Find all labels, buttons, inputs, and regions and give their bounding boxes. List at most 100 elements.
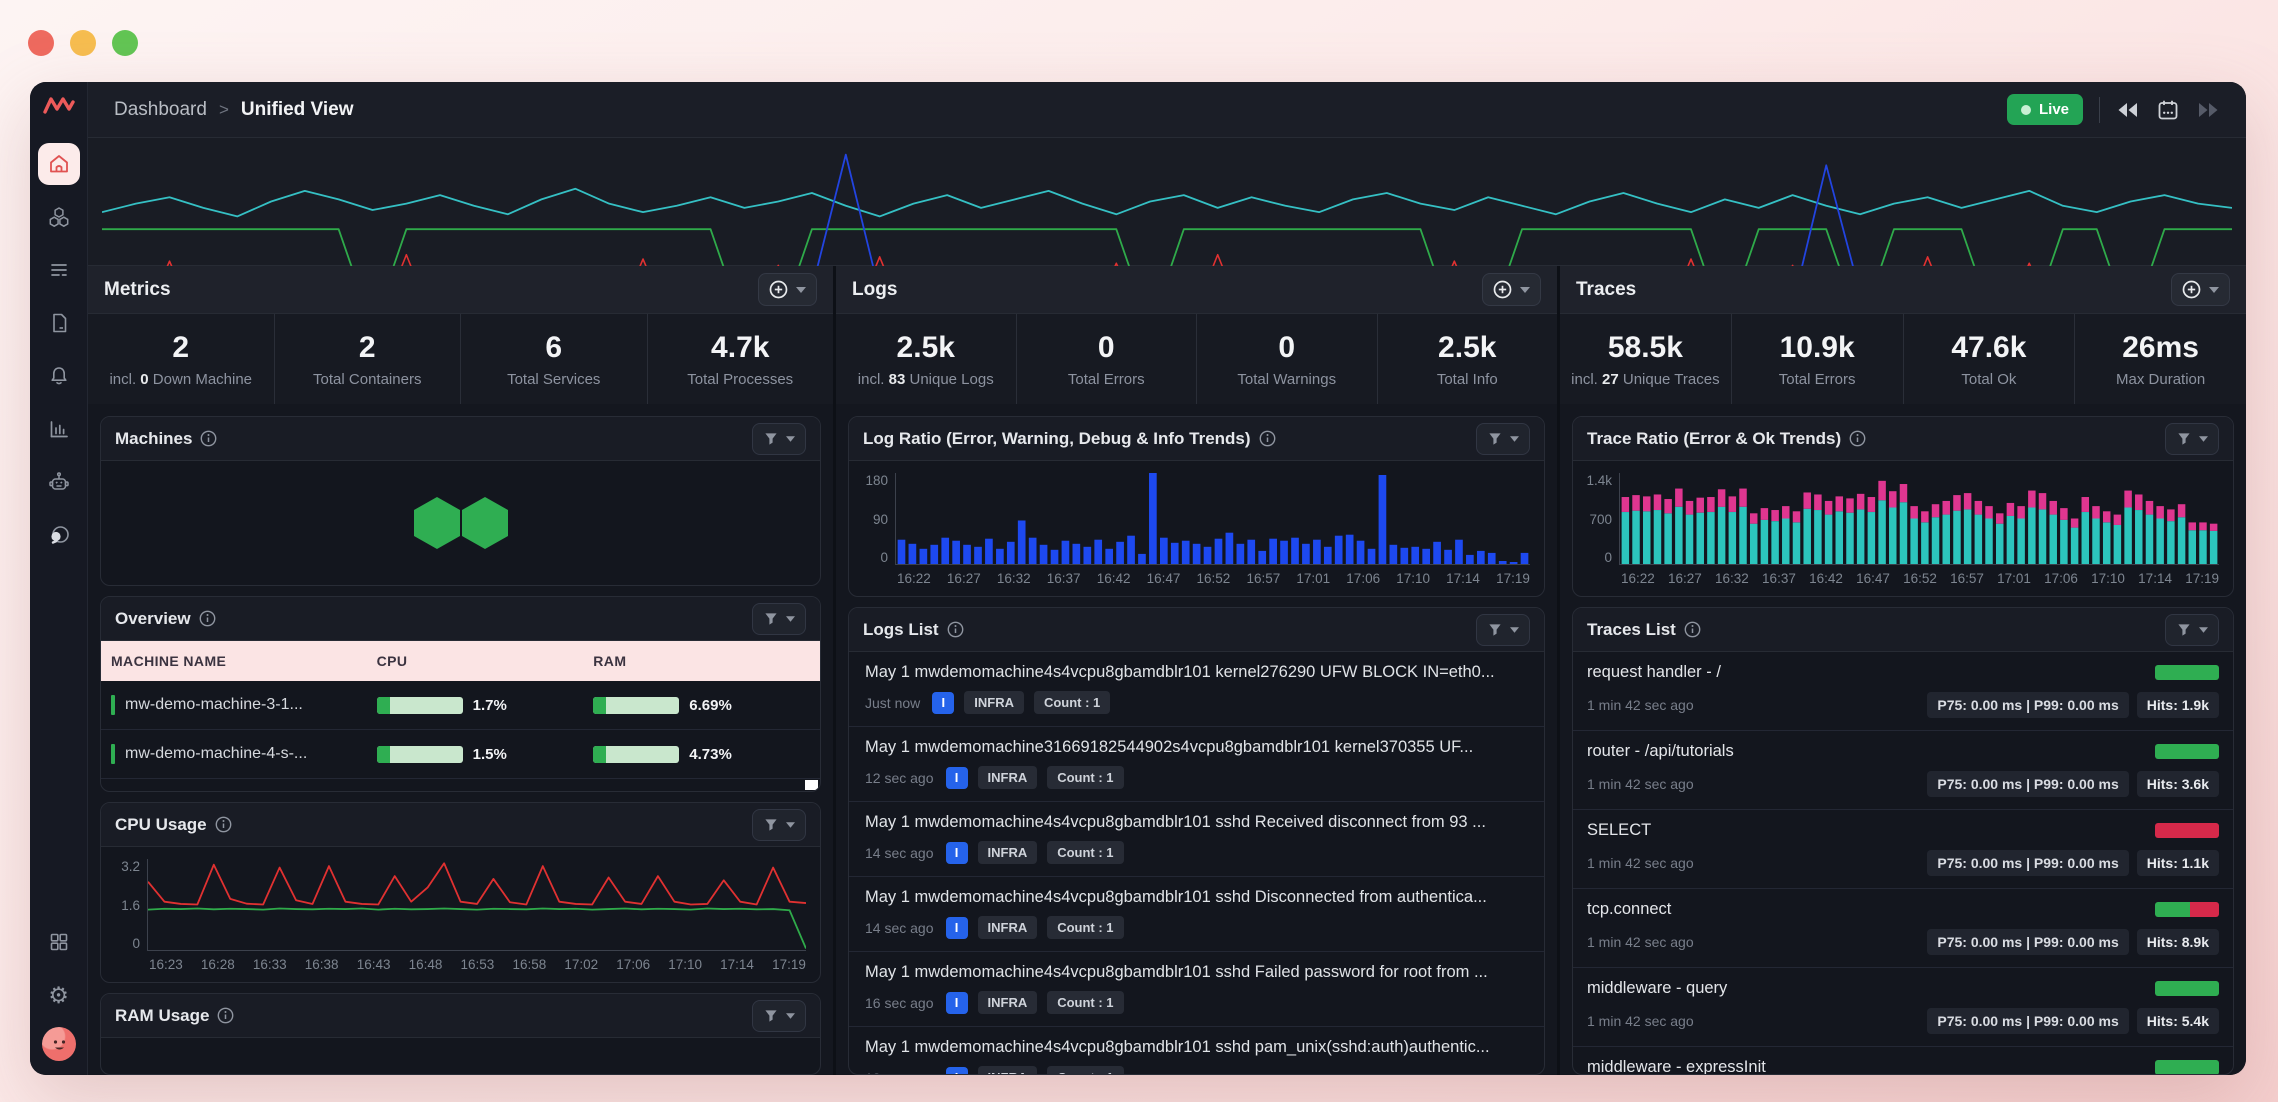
traces-add-widget-button[interactable] bbox=[2171, 273, 2230, 306]
sidebar-item-documents[interactable] bbox=[38, 302, 80, 344]
log-level-badge: I bbox=[946, 917, 968, 939]
log-entry[interactable]: May 1 mwdemomachine4s4vcpu8gbamdblr101 s… bbox=[849, 802, 1544, 877]
info-icon[interactable] bbox=[1849, 430, 1866, 447]
traces-stats: 58.5k incl. 27 Unique Traces 10.9k Total… bbox=[1560, 314, 2246, 404]
chevron-down-icon bbox=[786, 436, 795, 442]
metrics-add-widget-button[interactable] bbox=[758, 273, 817, 306]
column-header-cpu[interactable]: CPU bbox=[377, 653, 594, 669]
zoom-button[interactable] bbox=[112, 30, 138, 56]
rewind-button[interactable] bbox=[2116, 100, 2140, 120]
sidebar-item-alerts[interactable] bbox=[38, 355, 80, 397]
trace-entry[interactable]: SELECT 1 min 42 sec ago P75: 0.00 ms | P… bbox=[1573, 810, 2233, 889]
traces-list-panel-title: Traces List bbox=[1587, 620, 1676, 640]
stat-label: incl. 0 Down Machine bbox=[109, 371, 252, 388]
stat-value: 2 bbox=[172, 331, 189, 365]
log-lines-icon bbox=[47, 258, 71, 282]
overview-filter-button[interactable] bbox=[752, 603, 806, 635]
sidebar-item-apps[interactable] bbox=[38, 921, 80, 963]
trace-latency-badge: P75: 0.00 ms | P99: 0.00 ms bbox=[1927, 771, 2128, 797]
info-icon[interactable] bbox=[1259, 430, 1276, 447]
info-icon[interactable] bbox=[200, 430, 217, 447]
trace-entry[interactable]: middleware - expressInit 1 min 42 sec ag… bbox=[1573, 1047, 2233, 1075]
machine-row[interactable]: mw-demo-machine-4-s-... 1.5% 4.73% bbox=[101, 730, 820, 779]
log-entry[interactable]: May 1 mwdemomachine4s4vcpu8gbamdblr101 k… bbox=[849, 652, 1544, 727]
cpu-progress-bar bbox=[377, 746, 463, 763]
overview-table-header: MACHINE NAME CPU RAM bbox=[101, 641, 820, 681]
stat-value: 2.5k bbox=[897, 331, 955, 365]
info-icon[interactable] bbox=[199, 610, 216, 627]
sidebar: ⚙ bbox=[30, 82, 88, 1075]
sidebar-item-infrastructure[interactable] bbox=[38, 196, 80, 238]
machine-name: mw-demo-machine-4-s-... bbox=[125, 745, 307, 763]
trace-entry[interactable]: request handler - / 1 min 42 sec ago P75… bbox=[1573, 652, 2233, 731]
sidebar-item-assistant[interactable] bbox=[38, 461, 80, 503]
sidebar-item-reports[interactable] bbox=[38, 408, 80, 450]
cpu-usage-chart[interactable] bbox=[147, 859, 806, 951]
log-message: May 1 mwdemomachine4s4vcpu8gbamdblr101 s… bbox=[865, 1038, 1528, 1057]
log-ratio-chart[interactable] bbox=[895, 473, 1530, 565]
forward-button[interactable] bbox=[2196, 100, 2220, 120]
trace-time: 1 min 42 sec ago bbox=[1587, 934, 1694, 950]
trace-ratio-chart[interactable] bbox=[1619, 473, 2219, 565]
info-icon[interactable] bbox=[1684, 621, 1701, 638]
metrics-header: Metrics bbox=[88, 266, 833, 314]
overview-h-scrollbar[interactable] bbox=[101, 779, 820, 791]
machines-filter-button[interactable] bbox=[752, 423, 806, 455]
trace-time: 1 min 42 sec ago bbox=[1587, 697, 1694, 713]
trace-entry[interactable]: tcp.connect 1 min 42 sec ago P75: 0.00 m… bbox=[1573, 889, 2233, 968]
column-header-ram[interactable]: RAM bbox=[593, 653, 810, 669]
log-ratio-panel: Log Ratio (Error, Warning, Debug & Info … bbox=[848, 416, 1545, 597]
log-count-badge: Count : 1 bbox=[1047, 916, 1123, 939]
stat-value: 2.5k bbox=[1438, 331, 1496, 365]
stat-label: incl. 27 Unique Traces bbox=[1571, 371, 1719, 388]
info-icon[interactable] bbox=[217, 1007, 234, 1024]
trace-latency-badge: P75: 0.00 ms | P99: 0.00 ms bbox=[1927, 1008, 2128, 1034]
unified-timeline[interactable]: 17:20 PM18:55 PM20:30 PM22:05 PM23:40 PM… bbox=[88, 138, 2246, 266]
machine-name: mw-demo-machine-3-1... bbox=[125, 696, 303, 714]
logs-list-filter-button[interactable] bbox=[1476, 614, 1530, 646]
machine-row[interactable]: mw-demo-machine-3-1... 1.7% 6.69% bbox=[101, 681, 820, 730]
log-entry[interactable]: May 1 mwdemomachine4s4vcpu8gbamdblr101 s… bbox=[849, 877, 1544, 952]
log-entry[interactable]: May 1 mwdemomachine4s4vcpu8gbamdblr101 s… bbox=[849, 1027, 1544, 1075]
chevron-down-icon bbox=[796, 287, 806, 293]
logs-add-widget-button[interactable] bbox=[1482, 273, 1541, 306]
minimize-button[interactable] bbox=[70, 30, 96, 56]
breadcrumb-parent[interactable]: Dashboard bbox=[114, 99, 207, 121]
sidebar-item-home[interactable] bbox=[38, 143, 80, 185]
sidebar-item-settings[interactable]: ⚙ bbox=[38, 974, 80, 1016]
log-ratio-y-ticks: 180900 bbox=[855, 473, 895, 565]
trace-hits-badge: Hits: 8.9k bbox=[2137, 929, 2219, 955]
machines-hexmap[interactable] bbox=[101, 461, 820, 585]
traces-list-filter-button[interactable] bbox=[2165, 614, 2219, 646]
topbar-divider bbox=[2099, 97, 2100, 123]
close-button[interactable] bbox=[28, 30, 54, 56]
avatar-face-icon bbox=[42, 1027, 76, 1061]
middleware-logo-icon[interactable] bbox=[43, 94, 75, 121]
column-header-machine-name[interactable]: MACHINE NAME bbox=[111, 653, 377, 669]
scrollbar-handle[interactable] bbox=[805, 780, 818, 790]
live-button[interactable]: Live bbox=[2007, 94, 2083, 125]
info-icon[interactable] bbox=[947, 621, 964, 638]
cpu-usage-filter-button[interactable] bbox=[752, 809, 806, 841]
stat-item: 0 Total Warnings bbox=[1196, 314, 1377, 404]
sidebar-item-logs[interactable] bbox=[38, 249, 80, 291]
log-entry[interactable]: May 1 mwdemomachine4s4vcpu8gbamdblr101 s… bbox=[849, 952, 1544, 1027]
sidebar-item-support[interactable] bbox=[38, 514, 80, 556]
traces-title: Traces bbox=[1576, 279, 1636, 301]
trace-entry[interactable]: middleware - query 1 min 42 sec ago P75:… bbox=[1573, 968, 2233, 1047]
stat-label: Total Warnings bbox=[1237, 371, 1336, 388]
ram-usage-filter-button[interactable] bbox=[752, 1000, 806, 1032]
ram-usage-panel-title: RAM Usage bbox=[115, 1006, 209, 1026]
log-entry[interactable]: May 1 mwdemomachine31669182544902s4vcpu8… bbox=[849, 727, 1544, 802]
calendar-button[interactable] bbox=[2156, 98, 2180, 122]
user-avatar[interactable] bbox=[42, 1027, 76, 1061]
rewind-icon bbox=[2116, 100, 2140, 120]
info-icon[interactable] bbox=[215, 816, 232, 833]
trace-entry[interactable]: router - /api/tutorials 1 min 42 sec ago… bbox=[1573, 731, 2233, 810]
overview-panel-title: Overview bbox=[115, 609, 191, 629]
log-ratio-filter-button[interactable] bbox=[1476, 423, 1530, 455]
trace-time: 1 min 42 sec ago bbox=[1587, 776, 1694, 792]
traces-header: Traces bbox=[1560, 266, 2246, 314]
logs-list-panel: Logs List bbox=[848, 607, 1545, 1075]
trace-ratio-filter-button[interactable] bbox=[2165, 423, 2219, 455]
